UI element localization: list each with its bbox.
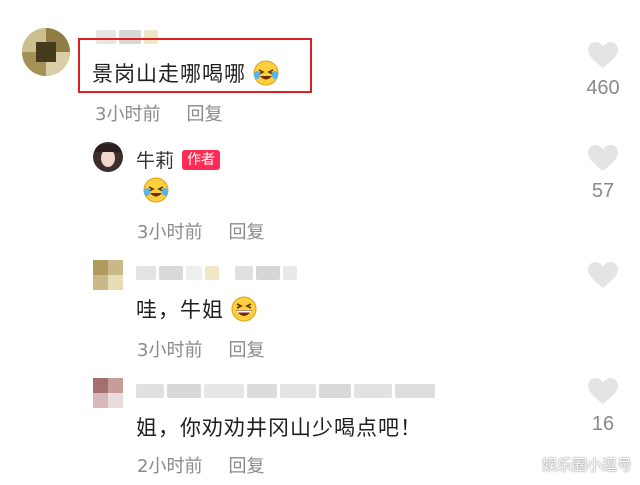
comment-text [136,176,170,204]
reply-button[interactable]: 回复 [186,104,222,125]
avatar[interactable] [93,378,123,408]
comment-text: 姐，你劝劝井冈山少喝点吧！ [136,416,422,440]
comment-meta: 3小时前 回复 [137,336,264,362]
avatar[interactable] [22,28,70,76]
comment-item-3: 哇，牛姐 3小时前 回复 [0,250,640,370]
author-badge: 作者 [182,149,221,170]
comment-meta: 3小时前 回复 [137,218,264,244]
timestamp: 3小时前 [95,104,161,125]
like-count: 460 [586,77,620,99]
heart-icon [588,262,618,288]
avatar[interactable] [93,142,123,172]
avatar[interactable] [93,260,123,290]
highlight-box [78,38,312,93]
heart-icon [588,145,618,171]
heart-icon [588,378,618,404]
blurred-username[interactable] [136,266,297,280]
timestamp: 3小时前 [137,222,203,243]
like-button[interactable] [573,262,633,289]
like-button[interactable]: 460 [573,42,633,100]
watermark: 娱乐圈小逗号 [541,456,632,474]
comment-item-2: 牛莉 作者 3小时前 回复 57 [0,130,640,250]
like-button[interactable]: 57 [573,145,633,203]
timestamp: 2小时前 [137,456,203,477]
grinning-laugh-icon [231,296,257,322]
blurred-username[interactable] [136,384,435,398]
comment-meta: 2小时前 回复 [137,452,264,478]
laughing-tears-icon [143,177,169,203]
reply-button[interactable]: 回复 [228,222,264,243]
comment-meta: 3小时前 回复 [95,100,222,126]
author-name[interactable]: 牛莉 作者 [136,146,221,173]
timestamp: 3小时前 [137,340,203,361]
like-count: 16 [591,413,615,435]
reply-button[interactable]: 回复 [228,456,264,477]
heart-icon [588,42,618,68]
comment-text: 哇，牛姐 [136,294,258,324]
like-button[interactable]: 16 [573,378,633,436]
like-count: 57 [591,180,615,202]
reply-button[interactable]: 回复 [228,340,264,361]
